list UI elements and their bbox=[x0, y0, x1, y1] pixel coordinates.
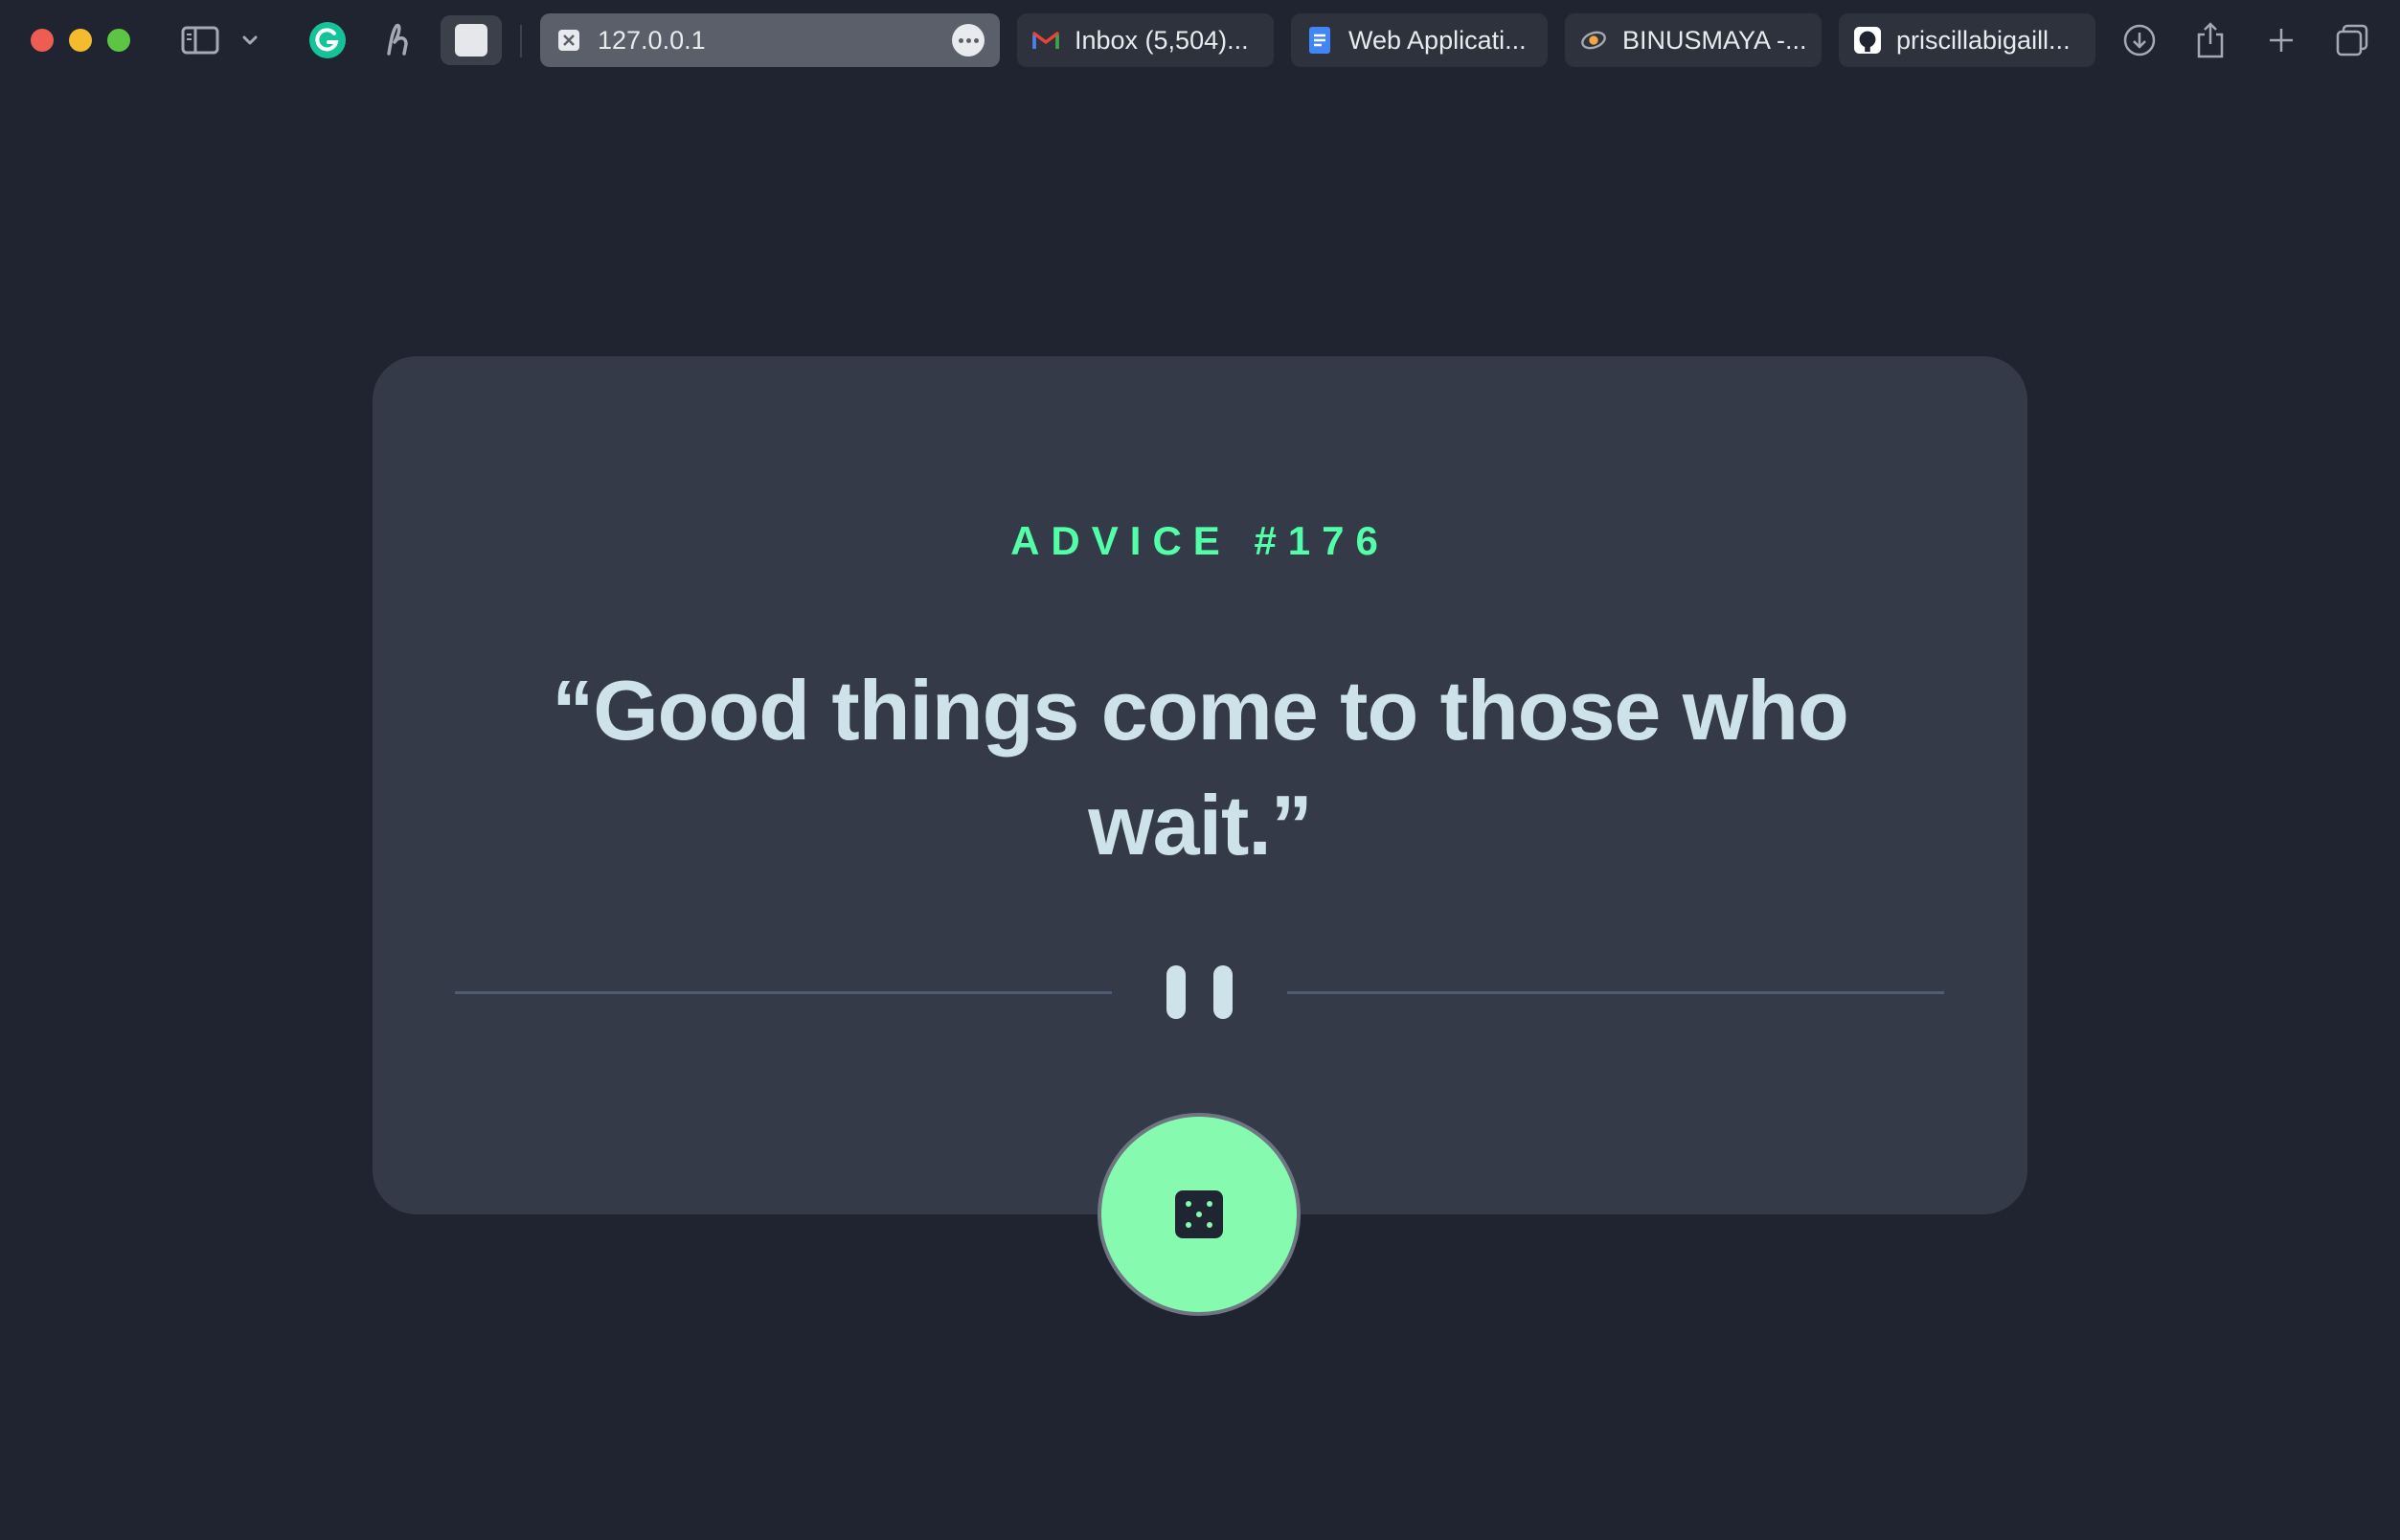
tab-web-application[interactable]: Web Applicati... bbox=[1291, 13, 1548, 67]
fullscreen-window-button[interactable] bbox=[107, 29, 130, 52]
tab-title: priscillabigaill... bbox=[1896, 25, 2071, 55]
binusmaya-icon bbox=[1580, 27, 1607, 54]
sidebar-icon bbox=[181, 26, 219, 55]
tab-inbox[interactable]: Inbox (5,504)... bbox=[1017, 13, 1274, 67]
sidebar-toggle-button[interactable] bbox=[176, 17, 224, 63]
grammarly-extension-button[interactable] bbox=[305, 17, 351, 63]
tab-group-menu-button[interactable] bbox=[236, 17, 264, 63]
gmail-icon bbox=[1032, 27, 1059, 54]
more-options-icon[interactable] bbox=[952, 24, 985, 57]
tab-overview-icon bbox=[2336, 24, 2368, 57]
close-window-button[interactable] bbox=[31, 29, 54, 52]
pause-icon-bar-left bbox=[1166, 965, 1186, 1019]
tab-title: Inbox (5,504)... bbox=[1075, 25, 1249, 55]
toolbar-separator bbox=[520, 25, 522, 57]
extension-icon bbox=[455, 24, 487, 57]
dice-icon bbox=[1175, 1190, 1223, 1238]
browser-toolbar: 127.0.0.1 Inbox (5,504)... Web Applicati… bbox=[0, 0, 2400, 80]
generate-advice-button[interactable] bbox=[1101, 1117, 1297, 1312]
tab-active[interactable]: 127.0.0.1 bbox=[540, 13, 1000, 67]
tab-github[interactable]: priscillabigaill... bbox=[1839, 13, 2095, 67]
extension-button[interactable] bbox=[441, 15, 502, 65]
new-tab-button[interactable] bbox=[2258, 17, 2304, 63]
tab-title: Web Applicati... bbox=[1348, 25, 1527, 55]
tab-overview-button[interactable] bbox=[2329, 17, 2375, 63]
divider-line-right bbox=[1287, 991, 1944, 994]
chevron-down-icon bbox=[242, 35, 258, 45]
google-docs-icon bbox=[1306, 27, 1333, 54]
tab-title: 127.0.0.1 bbox=[598, 25, 706, 55]
pause-icon-bar-right bbox=[1213, 965, 1233, 1019]
honey-icon bbox=[387, 23, 408, 56]
download-icon bbox=[2123, 24, 2156, 57]
downloads-button[interactable] bbox=[2117, 17, 2162, 63]
share-icon bbox=[2197, 22, 2224, 58]
grammarly-icon bbox=[309, 22, 346, 58]
advice-heading: ADVICE #176 bbox=[1010, 518, 1390, 563]
advice-quote: “Good things come to those who wait.” bbox=[552, 663, 1849, 872]
tab-binusmaya[interactable]: BINUSMAYA -... bbox=[1565, 13, 1822, 67]
advice-card: ADVICE #176 “Good things come to those w… bbox=[373, 356, 2027, 1214]
new-tab-icon bbox=[2270, 29, 2293, 52]
close-tab-icon[interactable] bbox=[555, 27, 582, 54]
share-button[interactable] bbox=[2187, 17, 2233, 63]
minimize-window-button[interactable] bbox=[69, 29, 92, 52]
honey-extension-button[interactable] bbox=[375, 17, 421, 63]
tab-title: BINUSMAYA -... bbox=[1622, 25, 1806, 55]
github-icon bbox=[1854, 27, 1881, 54]
divider-line-left bbox=[455, 991, 1112, 994]
